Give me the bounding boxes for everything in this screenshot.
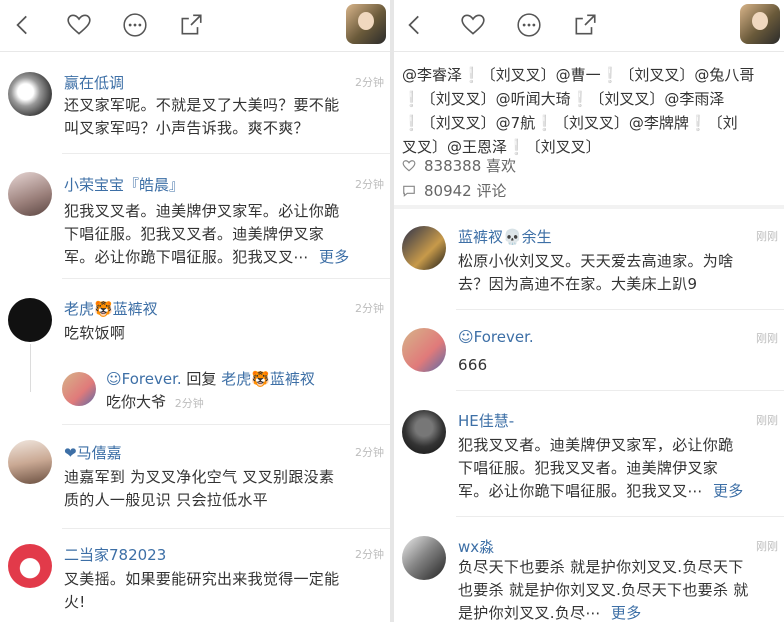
divider [62,528,390,529]
commenter-avatar[interactable] [402,328,446,372]
commenter-name[interactable]: 小荣宝宝『皓晨』 [64,174,184,195]
commenter-name[interactable]: 蓝裤衩💀余生 [458,226,552,247]
comment-text: 犯我叉叉者。迪美牌伊叉家军。必让你跪 下唱征服。犯我叉叉者。迪美牌伊叉家 军。必… [64,200,380,269]
commenter-avatar[interactable] [402,536,446,580]
post-mentions: @李睿泽❕〔刘叉叉〕@曹一❕〔刘叉叉〕@兔八哥 ❕〔刘叉叉〕@听闻大琦❕〔刘叉叉… [402,63,776,159]
comment-text: 666 [458,354,774,377]
comment-line: 叉美摇。如果要能研究出来我觉得一定能 [64,570,340,588]
comment-line: 迪嘉军到 为叉叉净化空气 叉叉别跟没素 [64,468,335,486]
comment-text: 叉美摇。如果要能研究出来我觉得一定能 火! [64,568,380,614]
comment-time: 2分钟 [355,446,384,459]
reply-text: 吃你大爷 2分钟 [106,391,204,412]
likes-count: 838388 喜欢 [424,157,517,175]
comment-line: 叫叉家军吗？小声告诉我。爽不爽？ [64,119,309,137]
comment-line: 火! [64,593,86,611]
commenter-name[interactable]: 赢在低调 [64,72,124,93]
comment-text: 吃软饭啊 [64,322,380,345]
commenter-avatar[interactable] [402,410,446,454]
comment-text: 还叉家军呢。不就是叉了大美吗？要不能 叫叉家军吗？小声告诉我。爽不爽？ [64,94,380,140]
comment-line: 666 [458,356,488,374]
reply-time: 2分钟 [174,397,204,410]
likes-stat[interactable]: 838388 喜欢 [402,155,516,176]
reply-line-header: ☺Forever. 回复 老虎🐯蓝裤衩 [106,368,315,389]
more-link[interactable]: 更多 [611,604,642,622]
back-icon[interactable] [400,10,430,40]
user-avatar[interactable] [346,4,386,44]
share-icon[interactable] [570,10,600,40]
top-toolbar [0,0,390,52]
section-separator [394,205,784,209]
comment-text: 犯我叉叉者。迪美牌伊叉家军，必让你跪 下唱征服。犯我叉叉者。迪美牌伊叉家 军。必… [458,434,774,503]
comment-time: 刚刚 [756,230,778,243]
comment-line: 是护你刘叉叉.负尽⋯ [458,604,601,622]
reply-verb: 回复 [186,370,217,388]
divider [62,424,390,425]
comment-time: 刚刚 [756,540,778,553]
comment-line: 军。必让你跪下唱征服。犯我叉叉⋯ [64,248,309,266]
commenter-avatar[interactable] [8,72,52,116]
divider [62,278,390,279]
comment-time: 2分钟 [355,548,384,561]
commenter-name[interactable]: HE佳慧- [458,410,514,431]
reply-target[interactable]: 老虎🐯蓝裤衩 [221,370,315,388]
comment-line: 也要杀 就是护你刘叉叉.负尽天下也要杀 就 [458,581,749,599]
divider [456,309,784,310]
comment-time: 2分钟 [355,178,384,191]
divider [456,516,784,517]
reply-author[interactable]: ☺Forever. [106,370,182,388]
more-link[interactable]: 更多 [319,248,350,266]
comment-line: 下唱征服。犯我叉叉者。迪美牌伊叉家 [458,459,719,477]
top-toolbar [394,0,784,52]
more-link[interactable]: 更多 [713,482,744,500]
comment-line: 松原小伙刘叉叉。天天爱去高迪家。为啥 [458,252,734,270]
comment-text: 负尽天下也要杀 就是护你刘叉叉.负尽天下 也要杀 就是护你刘叉叉.负尽天下也要杀… [458,556,774,622]
mentions-line: ❕〔刘叉叉〕@听闻大琦❕〔刘叉叉〕@李雨泽 [402,90,725,108]
back-icon[interactable] [8,10,38,40]
more-dots-icon[interactable] [120,10,150,40]
commenter-name[interactable]: 老虎🐯蓝裤衩 [64,298,158,319]
left-screen: 赢在低调 2分钟 还叉家军呢。不就是叉了大美吗？要不能 叫叉家军吗？小声告诉我。… [0,0,390,622]
more-dots-icon[interactable] [514,10,544,40]
comment-time: 2分钟 [355,76,384,89]
user-avatar[interactable] [740,4,780,44]
divider [62,153,390,154]
reply-avatar[interactable] [62,372,96,406]
commenter-name[interactable]: wx淼 [458,536,494,557]
commenter-avatar[interactable] [402,226,446,270]
comment-time: 刚刚 [756,332,778,345]
divider [456,390,784,391]
comment-text: 松原小伙刘叉叉。天天爱去高迪家。为啥 去？因为高迪不在家。大美床上趴9 [458,250,774,296]
comment-line: 负尽天下也要杀 就是护你刘叉叉.负尽天下 [458,558,744,576]
commenter-name[interactable]: 二当家782023 [64,544,166,565]
comment-line: 军。必让你跪下唱征服。犯我叉叉⋯ [458,482,703,500]
comments-stat[interactable]: 80942 评论 [402,180,507,201]
commenter-avatar[interactable] [8,298,52,342]
comment-count-icon [403,185,415,197]
heart-icon[interactable] [64,10,94,40]
comment-time: 刚刚 [756,414,778,427]
commenter-name[interactable]: ❤马僖嘉 [64,442,122,463]
commenter-avatar[interactable] [8,172,52,216]
share-icon[interactable] [176,10,206,40]
comment-line: 还叉家军呢。不就是叉了大美吗？要不能 [64,96,340,114]
comment-line: 犯我叉叉者。迪美牌伊叉家军。必让你跪 [64,202,340,220]
comment-line: 下唱征服。犯我叉叉者。迪美牌伊叉家 [64,225,325,243]
reply-body: 吃你大爷 [106,393,167,411]
commenter-name[interactable]: ☺Forever. [458,328,534,346]
comment-line: 犯我叉叉者。迪美牌伊叉家军，必让你跪 [458,436,734,454]
right-screen: @李睿泽❕〔刘叉叉〕@曹一❕〔刘叉叉〕@兔八哥 ❕〔刘叉叉〕@听闻大琦❕〔刘叉叉… [394,0,784,622]
like-count-icon [402,159,416,171]
comment-line: 质的人一般见识 只会拉低水平 [64,491,268,509]
commenter-avatar[interactable] [8,440,52,484]
comments-count: 80942 评论 [424,182,507,200]
comment-line: 吃软饭啊 [64,324,126,342]
heart-icon[interactable] [458,10,488,40]
comment-line: 去？因为高迪不在家。大美床上趴9 [458,275,698,293]
commenter-avatar[interactable] [8,544,52,588]
reply-thread-line [30,344,31,392]
mentions-line: ❕〔刘叉叉〕@7航❕〔刘叉叉〕@李牌牌❕〔刘 [402,114,738,132]
comment-time: 2分钟 [355,302,384,315]
mentions-line: @李睿泽❕〔刘叉叉〕@曹一❕〔刘叉叉〕@兔八哥 [402,66,755,84]
comment-text: 迪嘉军到 为叉叉净化空气 叉叉别跟没素 质的人一般见识 只会拉低水平 [64,466,380,512]
